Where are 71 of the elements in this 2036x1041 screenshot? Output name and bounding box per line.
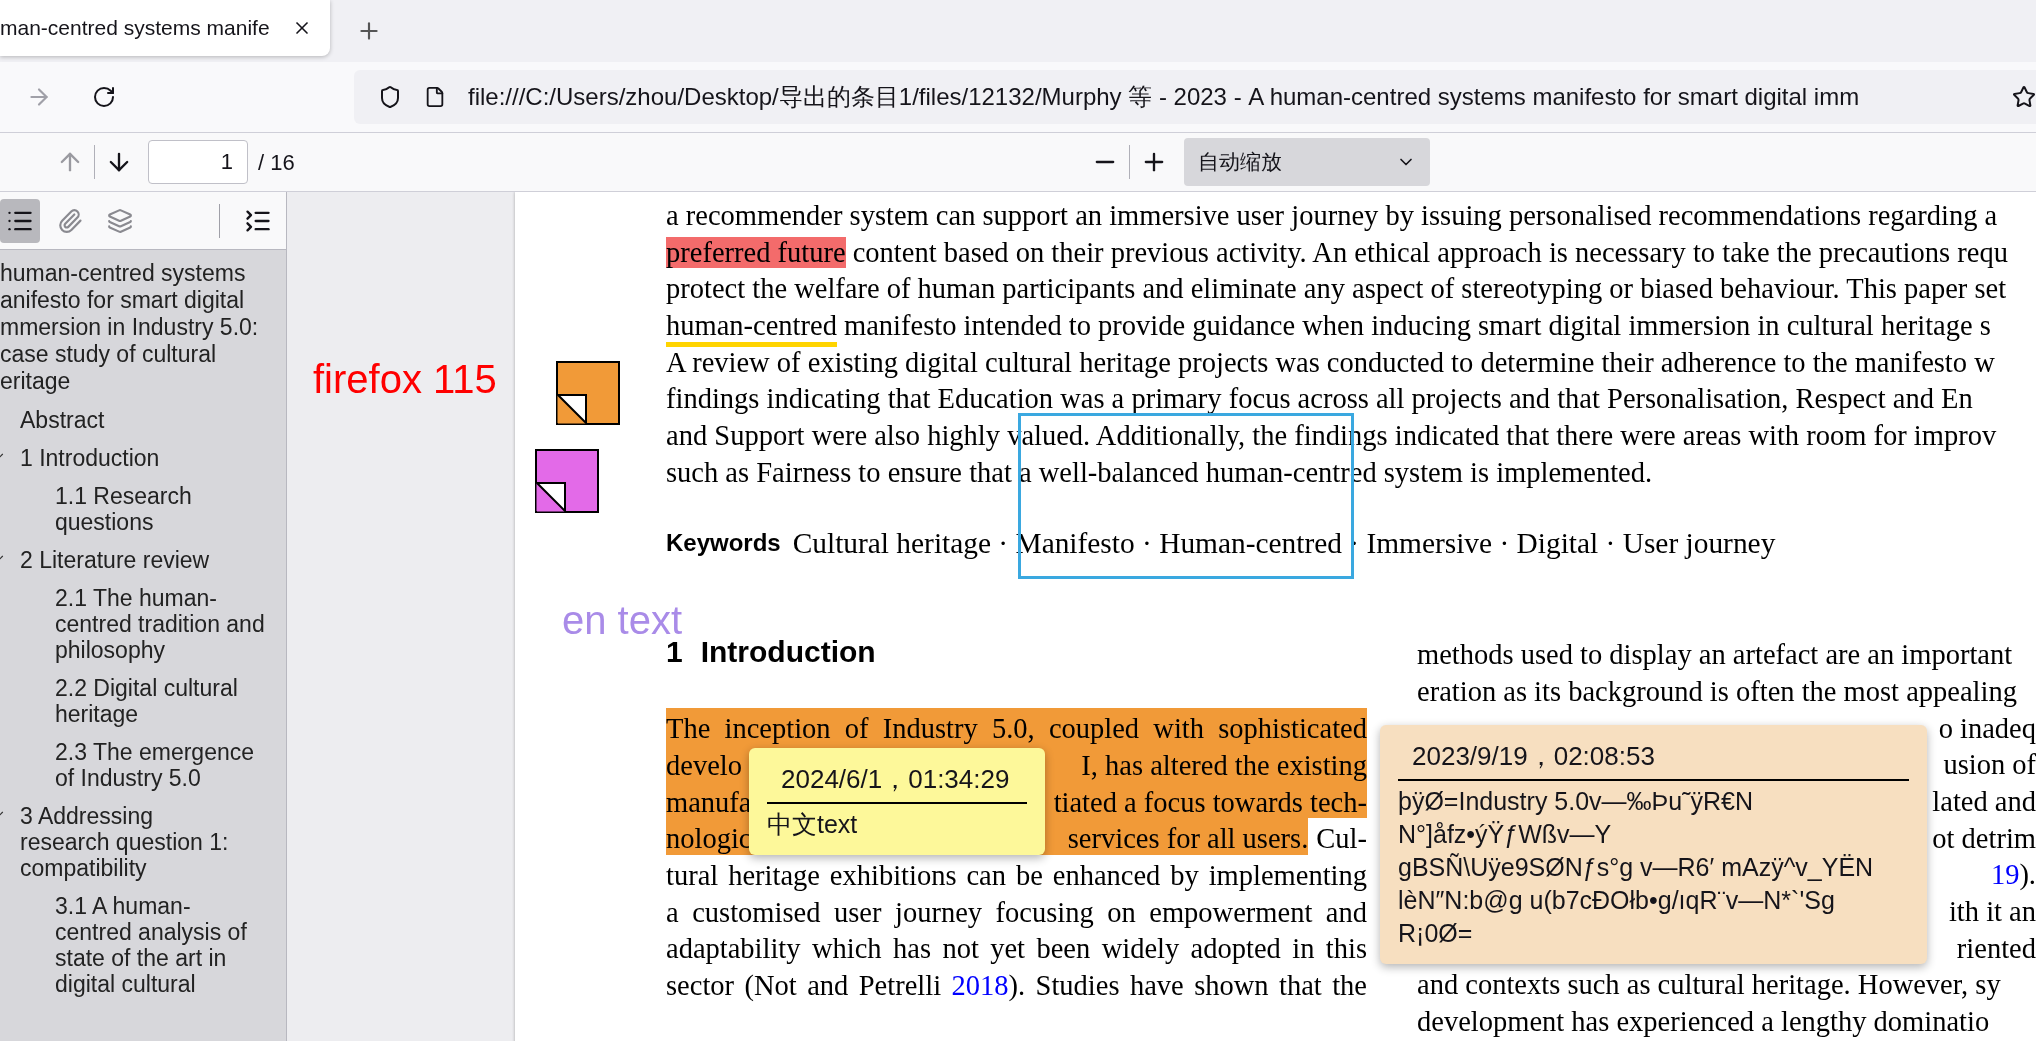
url-field[interactable]: file:///C:/Users/zhou/Desktop/导出的条目1/files/12132/Murphy 等 - 2023 - A human-centred systems manifesto for smart digital imm [354, 70, 2036, 124]
popup-text: gBSÑ\Uÿe9SØNƒs°g v—R6′ mAzÿ^v_YËN [1398, 852, 1875, 883]
shield-icon[interactable] [378, 85, 402, 109]
popup-text: lèN″N:b@g u(b7cĐOłb•g/ıqR¨v—N*`'Sg [1398, 885, 1836, 916]
text-run: o inadeq [1938, 711, 2036, 745]
highlighted-text: nologic [666, 818, 752, 855]
text-run: and contexts such as cultural heritage. However, sy [1417, 969, 2001, 1001]
text-run: lated and [1932, 784, 2036, 818]
text-run: ). [2019, 858, 2036, 891]
citation-link[interactable]: 2018 [951, 970, 1009, 1001]
highlighted-text: manufa [666, 781, 752, 819]
zoom-select[interactable]: 自动缩放 [1183, 138, 1430, 186]
outline-item[interactable]: 2.3 The emergence of Industry 5.0 [55, 739, 267, 791]
text-run: A review of existing digital cultural heritage projects was conducted to determine their adherence to the manifesto w [666, 346, 1995, 378]
popup-text: N°]åfz•ýŸƒWßv—Y [1398, 819, 1613, 850]
outline-title-line[interactable]: human-centred systems [0, 260, 286, 287]
browser-tab[interactable]: man-centred systems manife [0, 0, 330, 56]
outline-item[interactable]: 2 Literature review [20, 547, 232, 573]
text-run: content based on their previous activity. An ethical approach is necessary to take the precautions requ [851, 236, 2008, 268]
note-icon[interactable] [535, 449, 599, 513]
outline-item[interactable]: 3 Addressing research question 1: compatibility [20, 803, 232, 881]
outline-title-line[interactable]: eritage [0, 368, 286, 395]
text-run: adaptability which has not yet been widely adopted in this [666, 933, 1367, 965]
text-run: a customised user journey focusing on empowerment and [666, 896, 1367, 928]
popup-date: 2023/9/19，02:08:53 [1398, 739, 1909, 781]
layers-icon [107, 207, 133, 234]
paperclip-icon [57, 207, 83, 234]
outline-item[interactable]: 2.2 Digital cultural heritage [55, 675, 267, 727]
text-run: a recommender system can support an immersive user journey by issuing personalised recommendations regarding a [666, 200, 1998, 231]
keywords-label: Keywords [666, 527, 781, 558]
citation-link[interactable]: 19 [1990, 854, 2020, 891]
text-run: findings indicating that Education was a primary focus across all projects and that Personalisation, Respect and En [666, 383, 1973, 415]
outline-button[interactable] [0, 198, 40, 243]
text-run: ). Studies have shown that the [1008, 970, 1367, 1001]
outline-item[interactable]: 1 Introduction [20, 445, 232, 471]
text-run: eration as its background is often the most appealing [1417, 675, 2017, 707]
popup-text: R¡0Ø= [1398, 918, 1474, 949]
popup-date: 2024/6/1，01:34:29 [767, 762, 1027, 804]
star-icon[interactable] [2012, 85, 2036, 109]
outline-item[interactable]: 2.1 The human-centred tradition and philosophy [55, 585, 267, 663]
text-run: Cul- [1316, 823, 1367, 855]
text-run: usion of [1943, 748, 2036, 781]
text-run: development has experienced a lengthy dominatio [1417, 1006, 1990, 1038]
url-text: file:///C:/Users/zhou/Desktop/导出的条目1/files/12132/Murphy 等 - 2023 - A human-centred systems manifesto for smart digital imm [468, 82, 1860, 112]
file-icon[interactable] [424, 86, 446, 108]
note-icon[interactable] [556, 361, 620, 425]
outline-title-line[interactable]: mmersion in Industry 5.0: [0, 314, 286, 341]
text-run: tural heritage exhibitions can be enhanced by implementing [666, 859, 1367, 891]
page-number-field[interactable]: 1 [148, 140, 248, 184]
text-run: ot detrim [1932, 821, 2036, 855]
text-run: ith it an [1948, 895, 2036, 928]
outline-item[interactable]: 3.1 A human-centred analysis of state of the art in digital cultural [55, 893, 267, 997]
outline-title-line[interactable]: anifesto for smart digital [0, 287, 286, 314]
section-number: 1 [666, 634, 683, 671]
annotation-popup[interactable]: 2024/6/1，01:34:29 中文text [749, 748, 1045, 855]
annotation-popup[interactable]: 2023/9/19，02:08:53 þÿØ=Industry 5.0v—‰Þu˜ÿR€N N°]åfz•ýŸƒWßv—Y gBSÑ\Uÿe9SØNƒs°g v—R6′ mAzÿ^v_YËN lèN″N:b@g u(b7cĐOłb•g/ıqR¨v—N*`'Sg R¡0Ø= [1380, 725, 1927, 964]
highlighted-text: develo [666, 744, 742, 782]
outline-item[interactable]: Abstract [20, 407, 232, 433]
outline-item[interactable]: 1.1 Research questions [55, 483, 267, 535]
reload-icon[interactable] [92, 85, 116, 109]
text-run: protect the welfare of human participants and eliminate any aspect of stereotyping or biased behaviour. This paper set [666, 273, 2007, 305]
section-heading: Introduction [700, 634, 876, 671]
page-count: / 16 [258, 148, 295, 177]
text-run: manifesto intended to provide guidance when inducing smart digital immersion in cultural heritage s [843, 310, 1991, 342]
highlighted-text: preferred future [666, 236, 846, 268]
text-run: methods used to display an artefact are an important [1417, 639, 2013, 671]
popup-text: þÿØ=Industry 5.0v—‰Þu˜ÿR€N [1398, 786, 1754, 817]
text-run: riented [1956, 931, 2036, 965]
text-run: sector (Not and Petrelli [666, 970, 943, 1001]
outline-title-line[interactable]: case study of cultural [0, 341, 286, 368]
underlined-text: human-centred [666, 310, 837, 348]
